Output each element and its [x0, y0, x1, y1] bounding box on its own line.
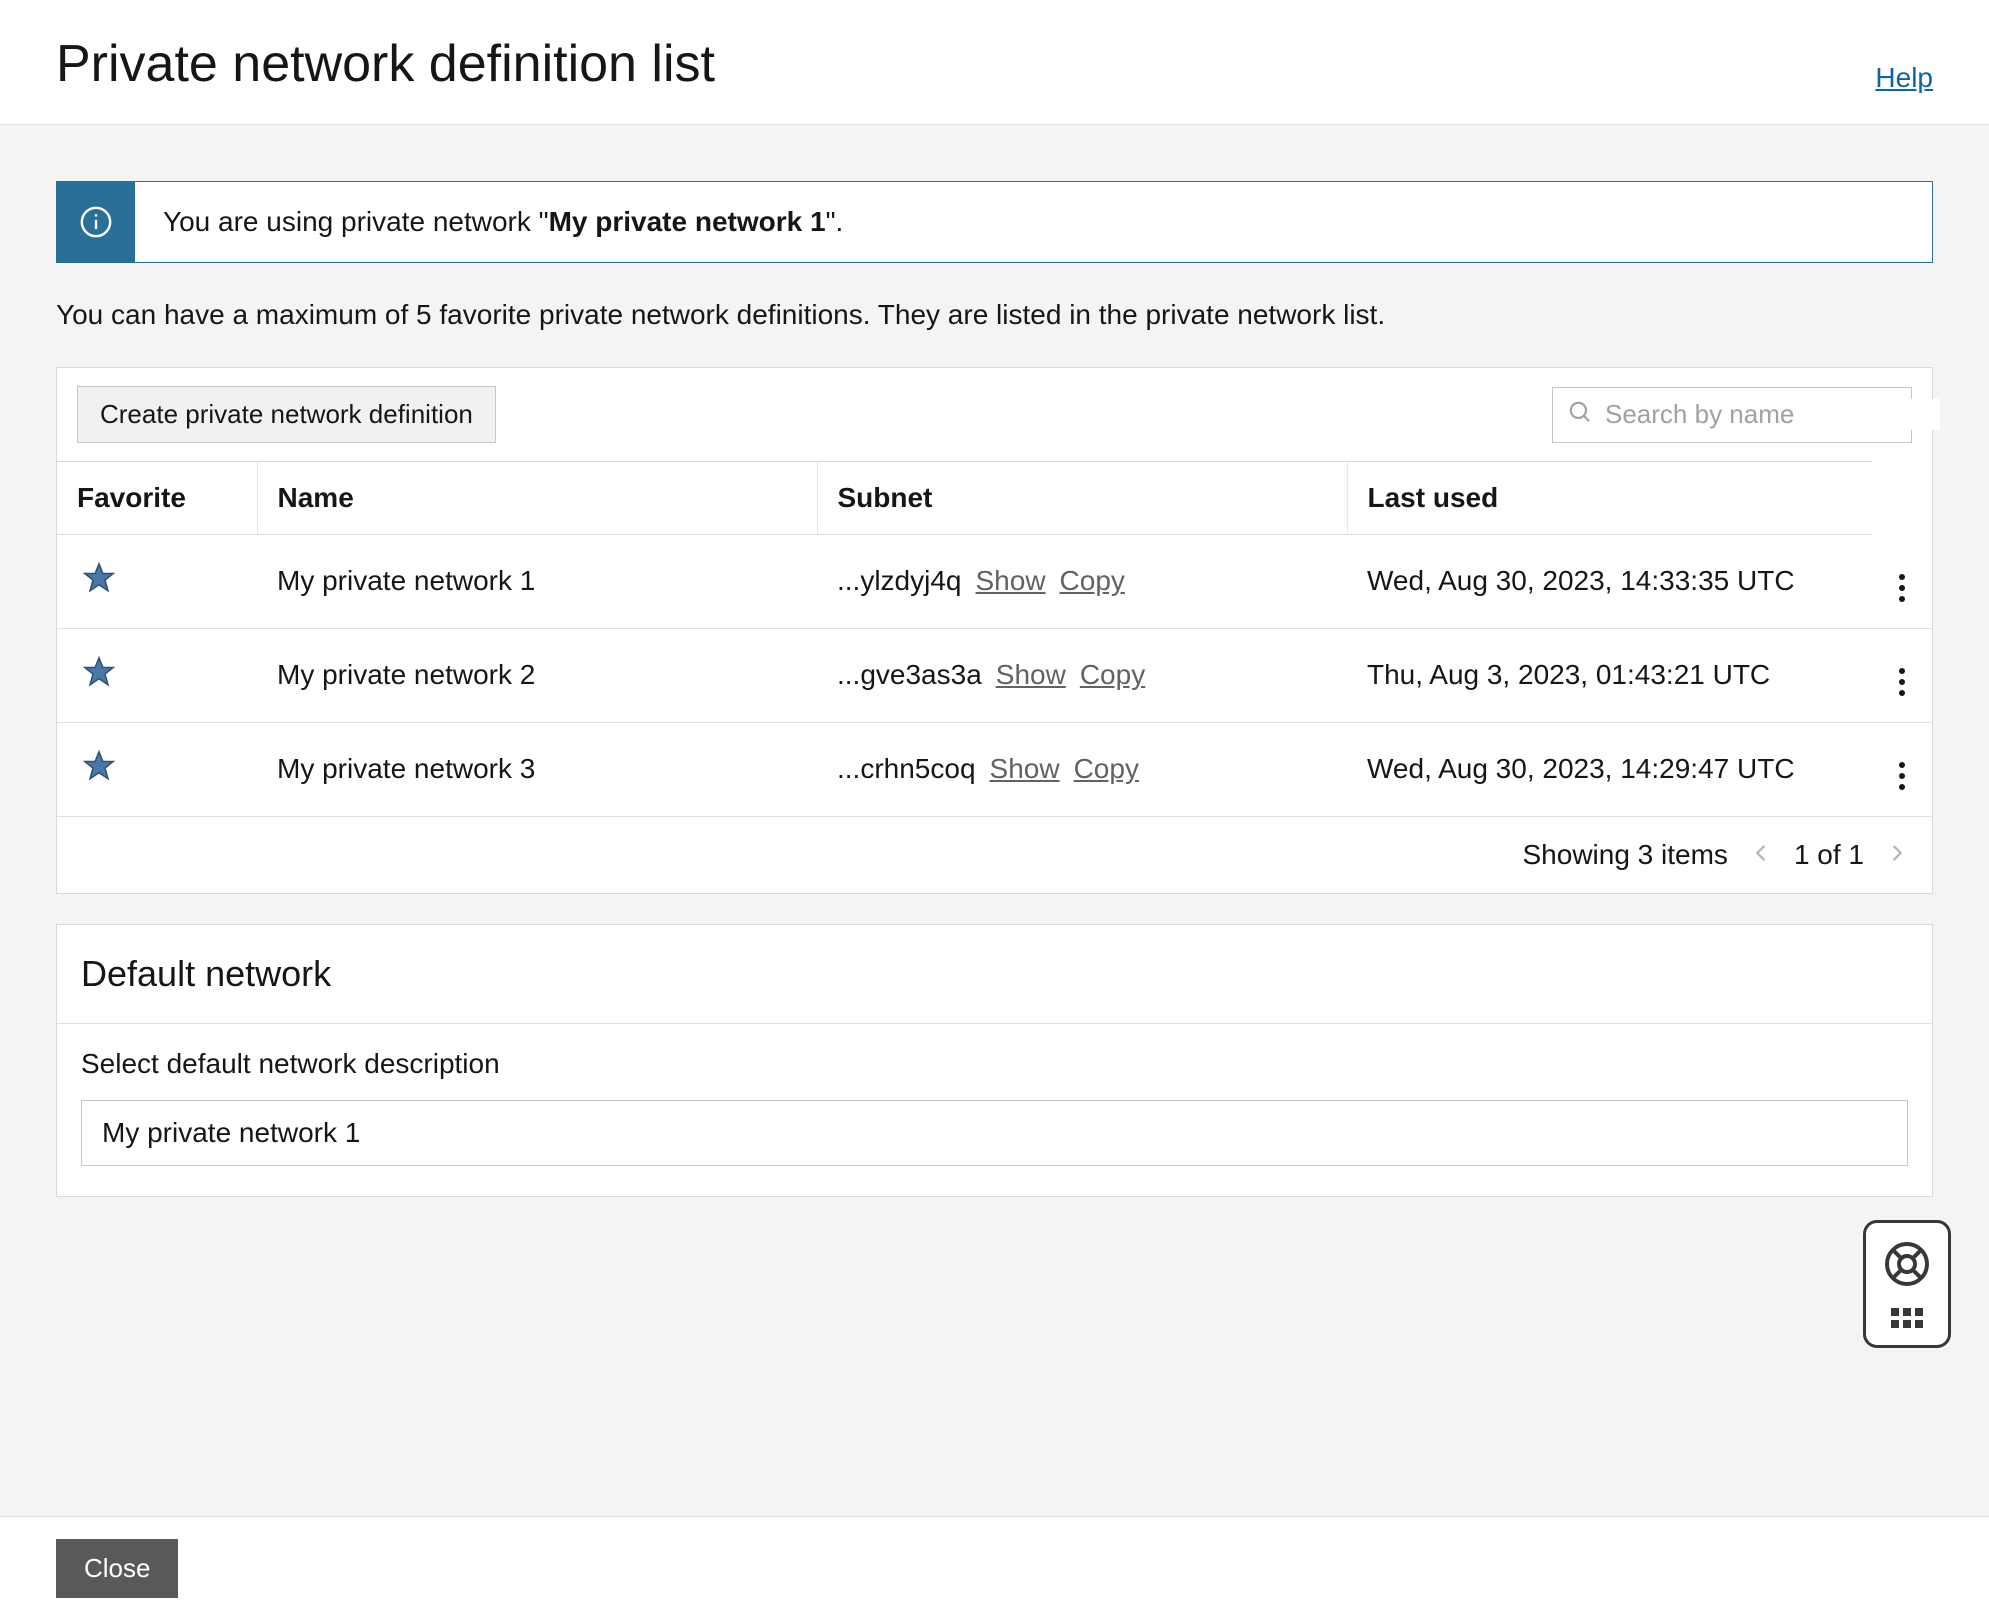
show-link[interactable]: Show	[990, 753, 1060, 784]
subnet-cell: ...gve3as3a Show Copy	[817, 628, 1347, 722]
col-header-favorite[interactable]: Favorite	[57, 462, 257, 535]
default-network-panel: Default network Select default network d…	[56, 924, 1933, 1197]
subnet-snippet: ...crhn5coq	[837, 753, 976, 784]
last-used-cell: Thu, Aug 3, 2023, 01:43:21 UTC	[1347, 628, 1872, 722]
info-suffix: ".	[826, 206, 844, 237]
subnet-snippet: ...ylzdyj4q	[837, 565, 962, 596]
copy-link[interactable]: Copy	[1074, 753, 1139, 784]
star-icon	[77, 759, 117, 790]
show-link[interactable]: Show	[996, 659, 1066, 690]
footer: Close	[0, 1516, 1989, 1620]
table-row: My private network 3 ...crhn5coq Show Copy W…	[57, 722, 1932, 816]
definitions-table: Favorite Name Subnet Last used My privat…	[57, 461, 1932, 817]
subnet-cell: ...ylzdyj4q Show Copy	[817, 535, 1347, 629]
info-banner-message: You are using private network "My privat…	[135, 182, 871, 262]
copy-link[interactable]: Copy	[1060, 565, 1125, 596]
actions-cell	[1872, 628, 1932, 722]
lifebuoy-icon	[1883, 1240, 1931, 1293]
page-next-button[interactable]	[1886, 839, 1908, 871]
toolbar: Create private network definition	[57, 368, 1932, 461]
content-area: You are using private network "My privat…	[0, 125, 1989, 1516]
table-row: My private network 1 ...ylzdyj4q Show Copy W…	[57, 535, 1932, 629]
col-header-last-used[interactable]: Last used	[1347, 462, 1872, 535]
subnet-snippet: ...gve3as3a	[837, 659, 982, 690]
info-prefix: You are using private network "	[163, 206, 549, 237]
row-menu-button[interactable]	[1893, 756, 1911, 796]
last-used-cell: Wed, Aug 30, 2023, 14:33:35 UTC	[1347, 535, 1872, 629]
info-icon	[57, 182, 135, 262]
copy-link[interactable]: Copy	[1080, 659, 1145, 690]
page-prev-button[interactable]	[1750, 839, 1772, 871]
help-link[interactable]: Help	[1875, 62, 1933, 94]
default-network-title: Default network	[57, 925, 1932, 1023]
description-text: You can have a maximum of 5 favorite pri…	[56, 299, 1933, 331]
default-network-selected: My private network 1	[102, 1117, 360, 1148]
favorite-cell[interactable]	[57, 535, 257, 629]
table-row: My private network 2 ...gve3as3a Show Copy T…	[57, 628, 1932, 722]
showing-count: Showing 3 items	[1523, 839, 1728, 871]
pagination: Showing 3 items 1 of 1	[57, 817, 1932, 893]
favorite-cell[interactable]	[57, 628, 257, 722]
info-network-name: My private network 1	[549, 206, 826, 237]
close-button[interactable]: Close	[56, 1539, 178, 1598]
search-box[interactable]	[1552, 387, 1912, 443]
actions-cell	[1872, 722, 1932, 816]
col-header-subnet[interactable]: Subnet	[817, 462, 1347, 535]
default-network-body: Select default network description My pr…	[57, 1023, 1932, 1196]
name-cell: My private network 2	[257, 628, 817, 722]
star-icon	[77, 665, 117, 696]
grid-icon	[1891, 1308, 1923, 1328]
row-menu-button[interactable]	[1893, 662, 1911, 702]
page-title: Private network definition list	[56, 34, 715, 94]
row-menu-button[interactable]	[1893, 568, 1911, 608]
info-banner: You are using private network "My privat…	[56, 181, 1933, 263]
favorite-cell[interactable]	[57, 722, 257, 816]
default-network-label: Select default network description	[81, 1048, 1908, 1080]
header: Private network definition list Help	[0, 0, 1989, 125]
last-used-cell: Wed, Aug 30, 2023, 14:29:47 UTC	[1347, 722, 1872, 816]
show-link[interactable]: Show	[976, 565, 1046, 596]
page-indicator: 1 of 1	[1794, 839, 1864, 871]
default-network-select[interactable]: My private network 1	[81, 1100, 1908, 1166]
name-cell: My private network 1	[257, 535, 817, 629]
col-header-name[interactable]: Name	[257, 462, 817, 535]
definitions-panel: Create private network definition Favori…	[56, 367, 1933, 894]
create-definition-button[interactable]: Create private network definition	[77, 386, 496, 443]
actions-cell	[1872, 535, 1932, 629]
help-widget[interactable]	[1863, 1220, 1951, 1348]
search-icon	[1567, 399, 1593, 430]
subnet-cell: ...crhn5coq Show Copy	[817, 722, 1347, 816]
search-input[interactable]	[1605, 399, 1940, 430]
name-cell: My private network 3	[257, 722, 817, 816]
star-icon	[77, 571, 117, 602]
